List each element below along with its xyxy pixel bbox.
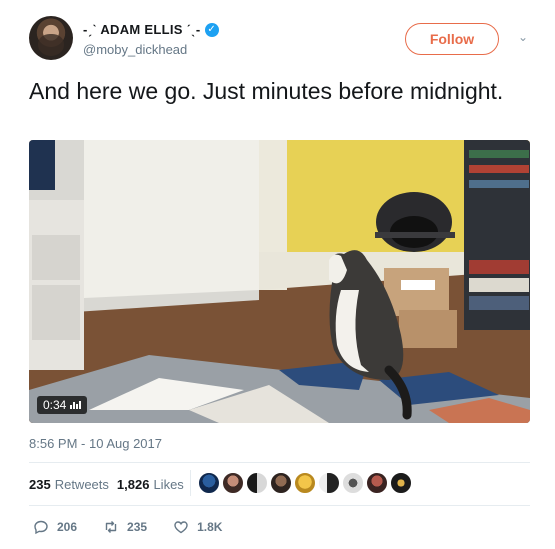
- retweet-count: 235: [127, 520, 148, 534]
- liker-avatar[interactable]: [318, 472, 340, 494]
- liker-avatar[interactable]: [342, 472, 364, 494]
- liker-avatar[interactable]: [366, 472, 388, 494]
- like-count: 1.8K: [197, 520, 223, 534]
- reply-icon: [34, 520, 48, 535]
- stats-separator: [190, 470, 191, 496]
- tweet-text: And here we go. Just minutes before midn…: [29, 78, 504, 104]
- liker-avatar[interactable]: [294, 472, 316, 494]
- liker-avatar[interactable]: [390, 472, 412, 494]
- like-button[interactable]: 1.8K: [173, 519, 222, 535]
- display-name[interactable]: -ˏˋ ADAM ELLIS ˊˎ-: [83, 22, 201, 37]
- tweet-timestamp[interactable]: 8:56 PM - 10 Aug 2017: [29, 436, 162, 451]
- retweet-button[interactable]: 235: [103, 519, 147, 535]
- name-row: -ˏˋ ADAM ELLIS ˊˎ- ✓: [83, 22, 219, 37]
- verified-icon: ✓: [204, 22, 219, 37]
- liker-avatar[interactable]: [270, 472, 292, 494]
- heart-icon: [174, 521, 188, 534]
- audio-bars-icon: [70, 401, 82, 409]
- video-duration: 0:34: [43, 398, 67, 412]
- retweets-count: 235: [29, 476, 51, 492]
- chevron-down-icon[interactable]: ⌄: [514, 28, 532, 46]
- tweet-stats: 235 Retweets 1,826 Likes: [29, 475, 192, 493]
- tweet-actions: 206 235 1.8K: [33, 518, 248, 536]
- reply-count: 206: [57, 520, 78, 534]
- follow-button[interactable]: Follow: [405, 23, 499, 55]
- likes-count: 1,826: [116, 476, 150, 492]
- tweet-header: -ˏˋ ADAM ELLIS ˊˎ- ✓ @moby_dickhead Foll…: [29, 16, 529, 62]
- avatar[interactable]: [29, 16, 73, 60]
- video-thumbnail: [29, 140, 530, 423]
- likes-label: Likes: [153, 476, 184, 492]
- likes-stat[interactable]: 1,826 Likes: [117, 477, 184, 492]
- liker-avatars: [198, 472, 412, 494]
- liker-avatar[interactable]: [246, 472, 268, 494]
- retweets-stat[interactable]: 235 Retweets: [29, 477, 109, 492]
- divider: [29, 462, 530, 463]
- divider: [29, 505, 530, 506]
- retweets-label: Retweets: [54, 476, 109, 492]
- user-handle[interactable]: @moby_dickhead: [83, 42, 187, 57]
- retweet-icon: [105, 521, 117, 533]
- liker-avatar[interactable]: [198, 472, 220, 494]
- liker-avatar[interactable]: [222, 472, 244, 494]
- reply-button[interactable]: 206: [33, 519, 77, 535]
- video-player[interactable]: 0:34: [29, 140, 530, 423]
- video-duration-badge: 0:34: [37, 396, 88, 414]
